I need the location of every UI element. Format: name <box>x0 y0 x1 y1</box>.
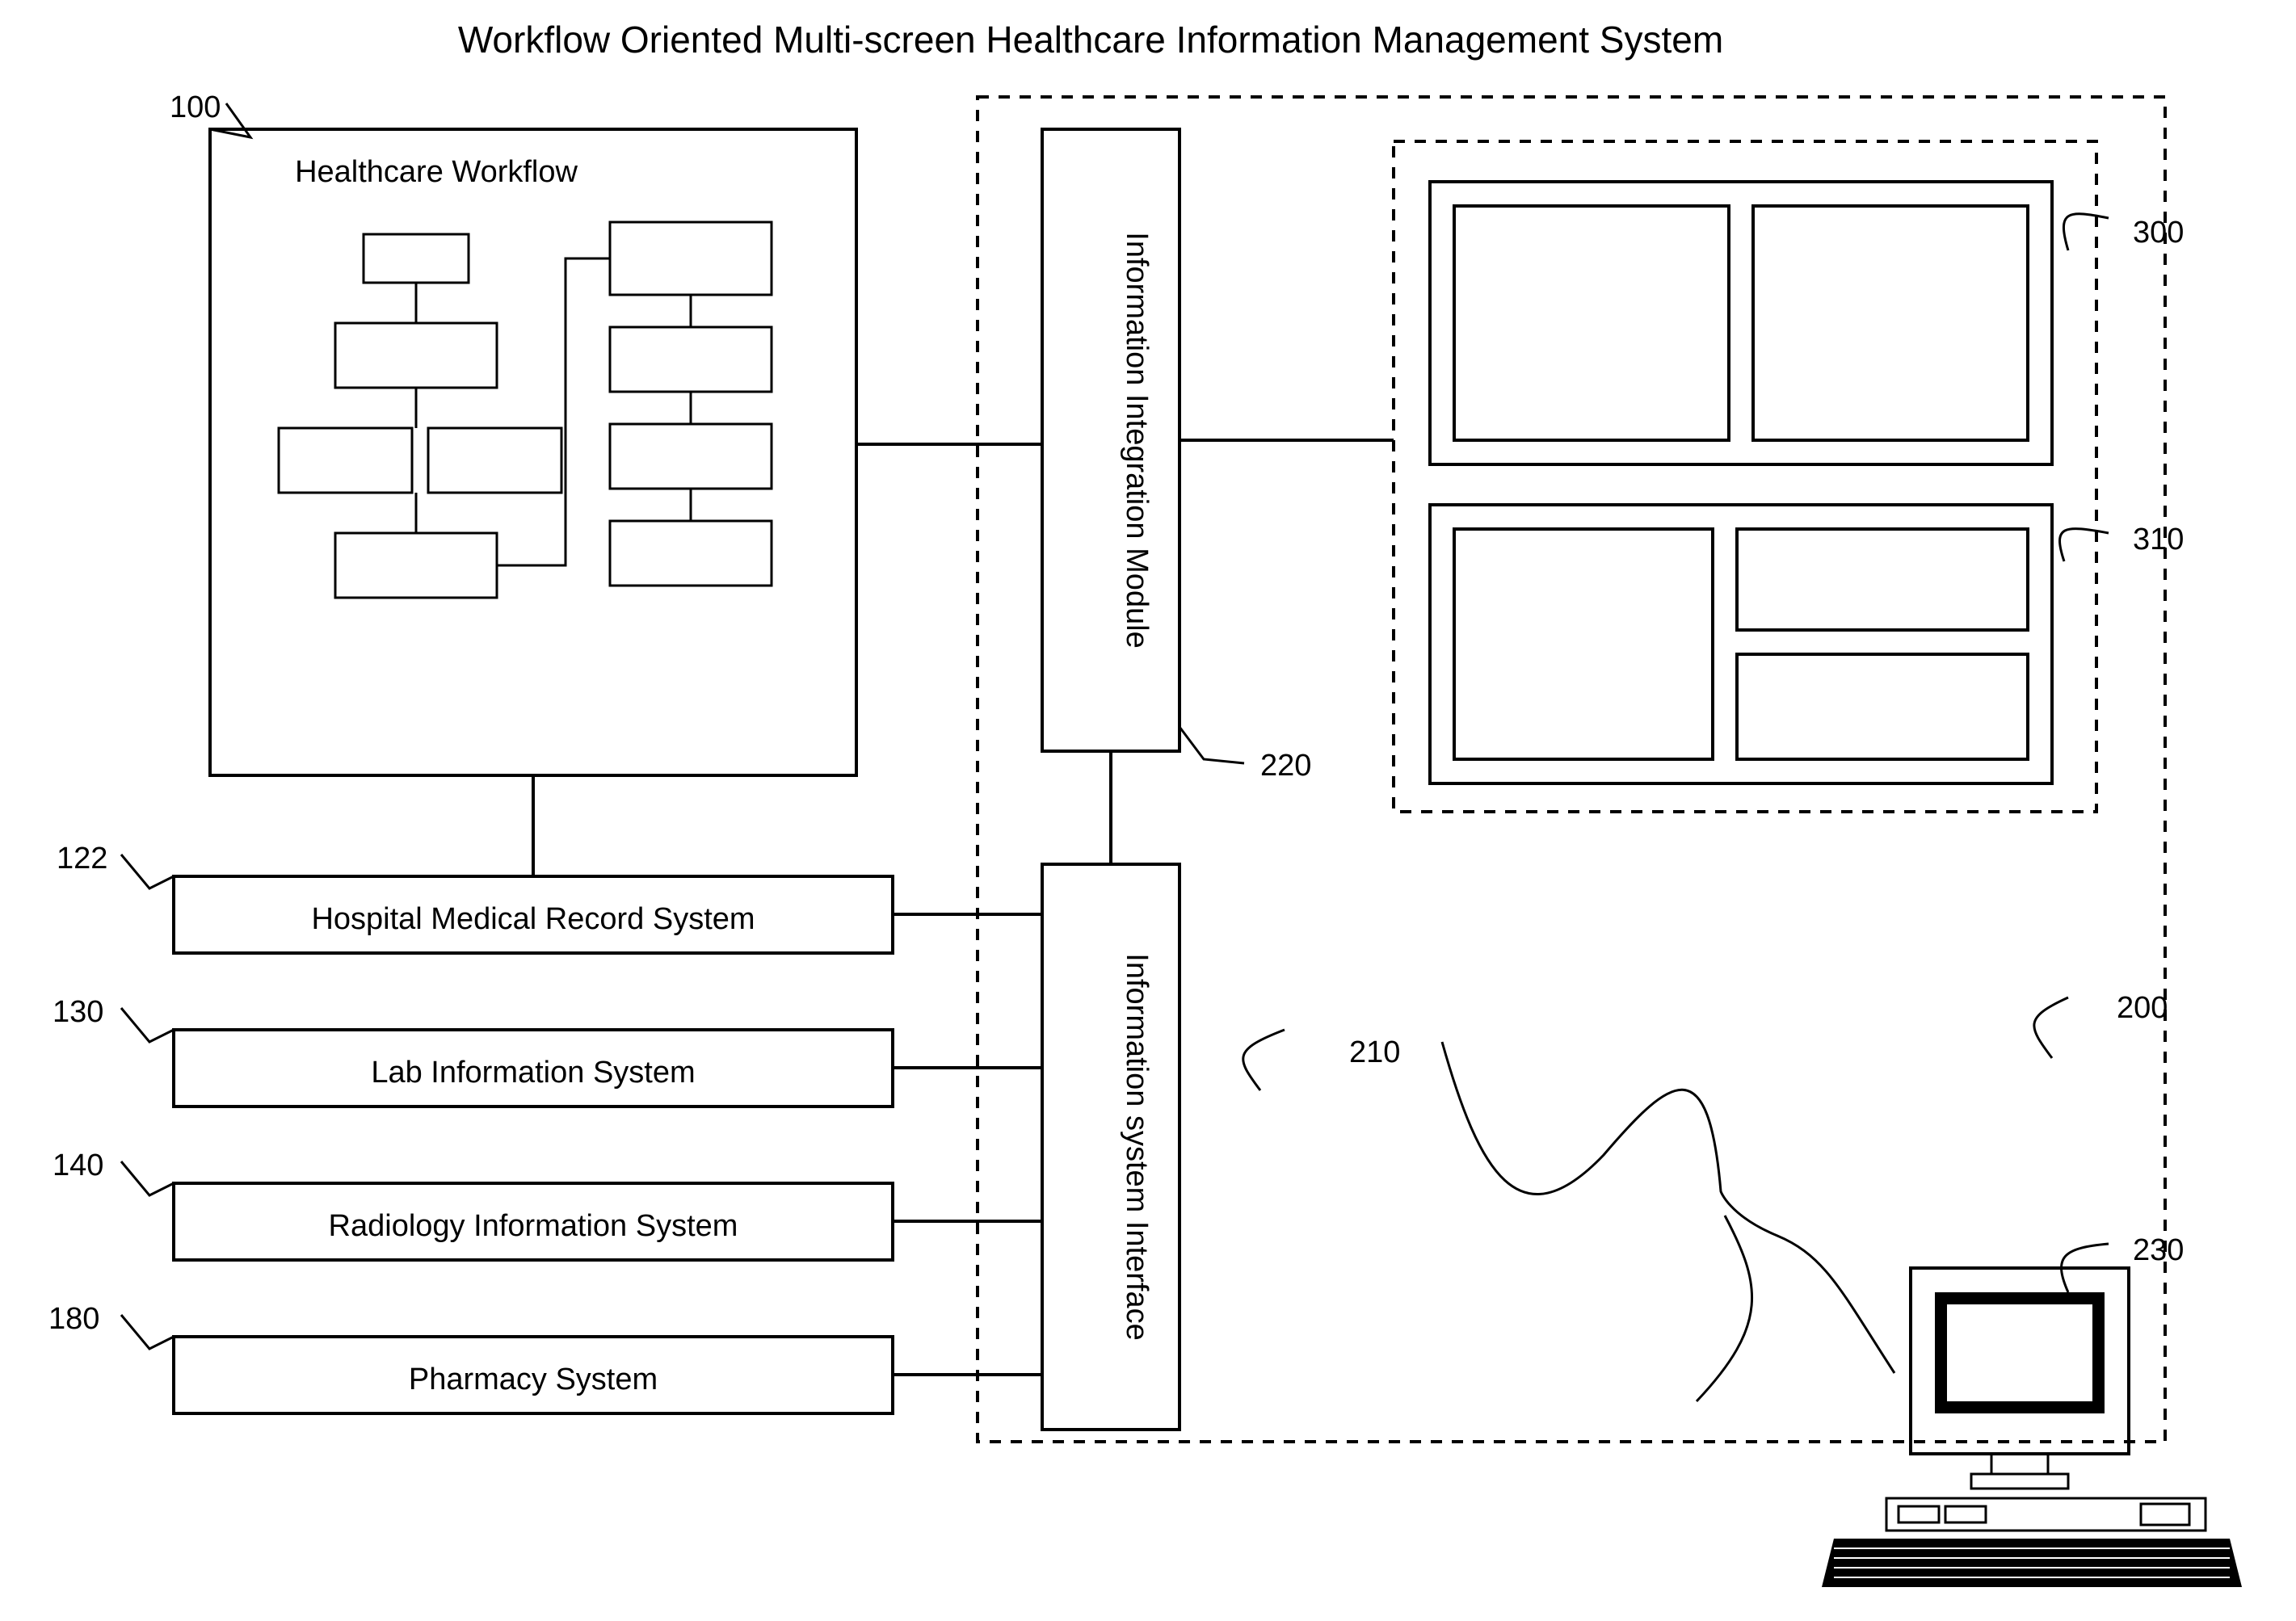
ref-220: 220 <box>1180 727 1311 783</box>
svg-text:200: 200 <box>2117 991 2168 1025</box>
patient-icon <box>1442 1042 1894 1401</box>
isi-block: Information system Interface <box>1042 864 1180 1430</box>
svg-text:310: 310 <box>2133 523 2184 556</box>
monitor-group-bottom <box>1430 505 2052 783</box>
svg-text:122: 122 <box>57 842 107 876</box>
iim-block: Information Integration Module <box>1042 129 1180 751</box>
svg-text:100: 100 <box>170 90 221 124</box>
isi-label: Information system Interface <box>1120 953 1154 1340</box>
iim-label: Information Integration Module <box>1120 232 1154 648</box>
svg-text:220: 220 <box>1260 749 1311 783</box>
ref-200: 200 <box>2034 991 2168 1058</box>
healthcare-workflow-block: Healthcare Workflow <box>210 129 856 775</box>
ref-210: 210 <box>1243 1030 1401 1090</box>
ref-180: 180 <box>48 1302 174 1349</box>
lis-block: Lab Information System <box>174 1030 893 1107</box>
lis-label: Lab Information System <box>371 1056 695 1090</box>
workstation-icon <box>1822 1268 2242 1587</box>
pharmacy-block: Pharmacy System <box>174 1337 893 1413</box>
svg-text:210: 210 <box>1349 1035 1400 1069</box>
hmrs-label: Hospital Medical Record System <box>311 902 755 936</box>
enclosure-200 <box>978 97 2165 1442</box>
ris-label: Radiology Information System <box>329 1209 738 1243</box>
ris-block: Radiology Information System <box>174 1183 893 1260</box>
ref-300: 300 <box>2063 214 2184 250</box>
svg-text:230: 230 <box>2133 1233 2184 1267</box>
svg-text:300: 300 <box>2133 216 2184 250</box>
healthcare-workflow-label: Healthcare Workflow <box>295 155 578 189</box>
monitor-pair-top <box>1430 182 2052 464</box>
ref-122: 122 <box>57 842 174 888</box>
svg-text:130: 130 <box>53 995 103 1029</box>
svg-text:140: 140 <box>53 1149 103 1182</box>
diagram-title: Workflow Oriented Multi-screen Healthcar… <box>458 19 1723 61</box>
hmrs-block: Hospital Medical Record System <box>174 876 893 953</box>
svg-text:180: 180 <box>48 1302 99 1336</box>
screens-enclosure <box>1394 141 2096 812</box>
ref-310: 310 <box>2060 523 2185 561</box>
ref-130: 130 <box>53 995 174 1042</box>
ref-140: 140 <box>53 1149 174 1195</box>
pharmacy-label: Pharmacy System <box>409 1363 658 1396</box>
